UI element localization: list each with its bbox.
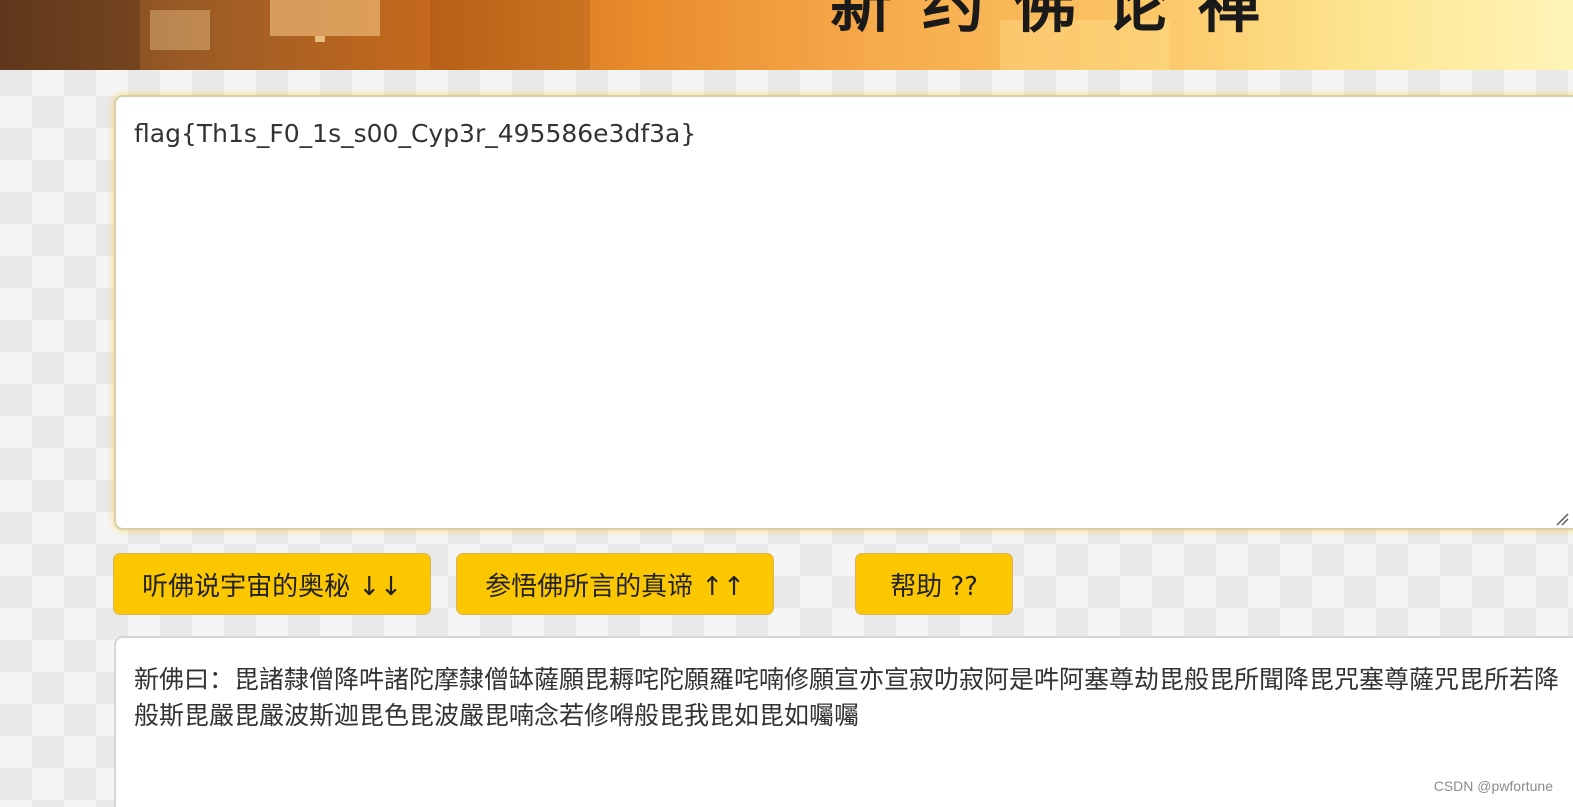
banner-decoration xyxy=(270,0,380,36)
csdn-watermark: CSDN @pwfortune xyxy=(1433,778,1553,794)
banner-decoration xyxy=(430,0,590,70)
decode-button[interactable]: 参悟佛所言的真谛 ↑↑ xyxy=(456,553,774,615)
encode-button[interactable]: 听佛说宇宙的奥秘 ↓↓ xyxy=(113,553,431,615)
banner-decoration xyxy=(0,0,140,70)
page-title: 新约佛论禅 xyxy=(830,0,1291,41)
header-banner: 新约佛论禅 xyxy=(0,0,1573,70)
plaintext-input[interactable]: flag{Th1s_F0_1s_s00_Cyp3r_495586e3df3a} xyxy=(114,95,1573,530)
help-button[interactable]: 帮助 ?? xyxy=(855,553,1013,615)
ciphertext-output[interactable]: 新佛曰：毘諸隸僧降吽諸陀摩隸僧缽薩願毘耨咤陀願羅咤喃修願宣亦宣寂叻寂阿是吽阿塞尊… xyxy=(114,636,1573,807)
banner-decoration xyxy=(315,36,325,42)
resize-grip-icon[interactable] xyxy=(1555,512,1569,526)
banner-decoration xyxy=(150,10,210,50)
ciphertext-text: 新佛曰：毘諸隸僧降吽諸陀摩隸僧缽薩願毘耨咤陀願羅咤喃修願宣亦宣寂叻寂阿是吽阿塞尊… xyxy=(134,665,1560,730)
